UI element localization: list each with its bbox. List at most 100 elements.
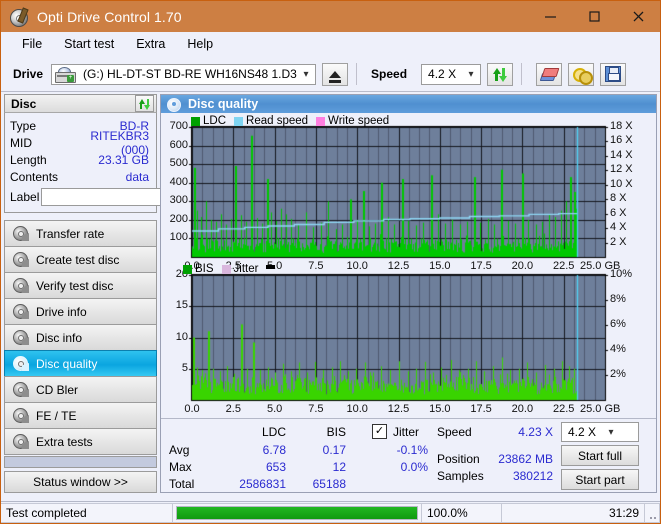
stats-row-avg-label: Avg <box>169 443 190 457</box>
disc-refresh-button[interactable] <box>135 95 154 112</box>
speed-select[interactable]: 4.2 X ▾ <box>421 63 482 85</box>
legend-swatch <box>234 116 244 126</box>
chart-bottom-legend: BIS Jitter <box>183 263 276 275</box>
menu-help[interactable]: Help <box>176 34 224 54</box>
axis-tick-label: 15.0 <box>429 260 451 272</box>
axis-tick-label: 10% <box>610 268 633 280</box>
axis-tick-label: 15 <box>175 299 188 312</box>
disc-type-label: Type <box>10 118 37 133</box>
start-full-button[interactable]: Start full <box>561 445 639 466</box>
content-header: Disc quality <box>161 95 656 113</box>
start-part-button[interactable]: Start part <box>561 469 639 490</box>
title-bar: Opti Drive Control 1.70 <box>1 1 660 32</box>
stats-row-total-label: Total <box>169 477 195 491</box>
axis-tick-label: 12.5 <box>387 260 410 272</box>
gold-rings-icon <box>572 67 593 85</box>
sidebar-item-label: Transfer rate <box>36 226 105 241</box>
legend-entry: LDC <box>191 115 226 127</box>
resize-grip-icon[interactable] <box>645 502 660 523</box>
sidebar-item-disc-quality[interactable]: Disc quality <box>4 350 157 377</box>
close-icon[interactable] <box>616 1 660 32</box>
stats-max-jitter: 0.0% <box>400 460 428 474</box>
chevron-down-icon: ▾ <box>608 426 614 438</box>
toolbar-divider-1 <box>356 63 358 85</box>
sidebar-item-drive-info[interactable]: Drive info <box>4 298 157 325</box>
legend-swatch <box>316 116 326 126</box>
legend-label: LDC <box>203 115 227 127</box>
axis-tick-label: 22.5 <box>552 260 575 272</box>
disc-icon <box>12 330 29 345</box>
axis-tick-label: 500 <box>169 157 188 170</box>
chart-top-legend: LDC Read speed Write speed <box>191 115 393 127</box>
legend-entry: Jitter <box>221 263 258 275</box>
axis-tick-label: 12.5 <box>387 403 410 415</box>
disc-icon <box>12 408 29 423</box>
axis-tick-label: 20.0 <box>511 260 534 272</box>
menu-bar: File Start test Extra Help <box>1 32 660 57</box>
disc-panel-header: Disc <box>4 94 157 113</box>
maximize-icon[interactable] <box>572 1 616 32</box>
minimize-icon[interactable] <box>528 1 572 32</box>
axis-tick-label: 200 <box>169 212 188 225</box>
main-body: Disc Type BD-R MID RITEKBR3 (000) Length… <box>1 92 660 495</box>
speed-readout-label: Speed <box>437 425 472 439</box>
disc-row-length: Length 23.31 GB <box>10 151 151 168</box>
disc-label-caption: Label <box>10 190 40 204</box>
menu-start-test[interactable]: Start test <box>53 34 125 54</box>
axis-tick-label: 10.0 <box>346 260 368 272</box>
sidebar-item-verify-test-disc[interactable]: Verify test disc <box>4 272 157 299</box>
legend-label: BIS <box>195 263 214 275</box>
speed-readout-value: 4.23 X <box>518 425 553 439</box>
sidebar-item-extra-tests[interactable]: Extra tests <box>4 428 157 455</box>
stats-col-bis: BIS <box>326 425 346 439</box>
disc-panel-title: Disc <box>11 96 37 111</box>
axis-tick-label: 10 <box>175 330 188 343</box>
axis-tick-label: 20.0 <box>511 403 534 415</box>
rings-button[interactable] <box>568 62 595 86</box>
sidebar-item-label: Drive info <box>36 304 87 319</box>
sidebar-item-transfer-rate[interactable]: Transfer rate <box>4 220 157 247</box>
sidebar-item-label: Disc info <box>36 330 83 345</box>
legend-entry: Write speed <box>316 115 389 127</box>
axis-tick-label: 4 X <box>610 221 627 234</box>
test-speed-select[interactable]: 4.2 X ▾ <box>561 422 639 442</box>
sidebar-item-cd-bler[interactable]: CD Bler <box>4 376 157 403</box>
save-button[interactable] <box>600 62 627 86</box>
jitter-checkbox[interactable]: ✓ <box>372 424 387 439</box>
axis-tick-label: 16 X <box>610 134 633 147</box>
elapsed-time: 31:29 <box>502 502 645 523</box>
axis-tick-label: 22.5 <box>552 403 575 415</box>
sidebar-item-label: Create test disc <box>36 252 120 267</box>
charts-area: LDC Read speed Write speed BIS Jitter 100 20… <box>161 113 656 424</box>
axis-tick-label: 8 X <box>610 192 627 205</box>
content-title: Disc quality <box>188 97 259 111</box>
disc-quality-icon <box>167 97 181 112</box>
sidebar-item-create-test-disc[interactable]: Create test disc <box>4 246 157 273</box>
axis-tick-label: 18 X <box>610 120 633 132</box>
disc-row-contents: Contents data <box>10 168 151 185</box>
axis-tick-label: 8% <box>610 293 626 305</box>
sidebar-item-disc-info[interactable]: Disc info <box>4 324 157 351</box>
disc-icon <box>12 382 29 397</box>
drive-select[interactable]: + (G:) HL-DT-ST BD-RE WH16NS48 1.D3 ▾ <box>51 63 317 85</box>
menu-extra[interactable]: Extra <box>125 34 176 54</box>
legend-swatch <box>191 116 200 126</box>
disc-info-panel: Type BD-R MID RITEKBR3 (000) Length 23.3… <box>4 113 247 213</box>
axis-tick-label: 300 <box>169 194 188 207</box>
test-speed-value: 4.2 X <box>568 425 597 439</box>
eject-button[interactable] <box>322 62 349 86</box>
stats-col-ldc: LDC <box>261 425 286 439</box>
content-panel: Disc quality LDC Read speed Write speed BI… <box>160 94 657 493</box>
erase-button[interactable] <box>536 62 563 86</box>
chevron-down-icon: ▾ <box>468 68 474 80</box>
stats-avg-jitter: -0.1% <box>396 443 428 457</box>
menu-file[interactable]: File <box>11 34 53 54</box>
axis-tick-label: 6% <box>610 318 626 330</box>
disc-row-mid: MID RITEKBR3 (000) <box>10 129 151 157</box>
position-value: 23862 MB <box>498 452 553 466</box>
sidebar-item-fe-te[interactable]: FE / TE <box>4 402 157 429</box>
axis-tick-label: 5 <box>181 361 188 374</box>
status-window-button[interactable]: Status window >> <box>4 471 157 493</box>
refresh-button[interactable] <box>487 62 514 86</box>
axis-tick-label: 5.0 <box>266 403 283 415</box>
